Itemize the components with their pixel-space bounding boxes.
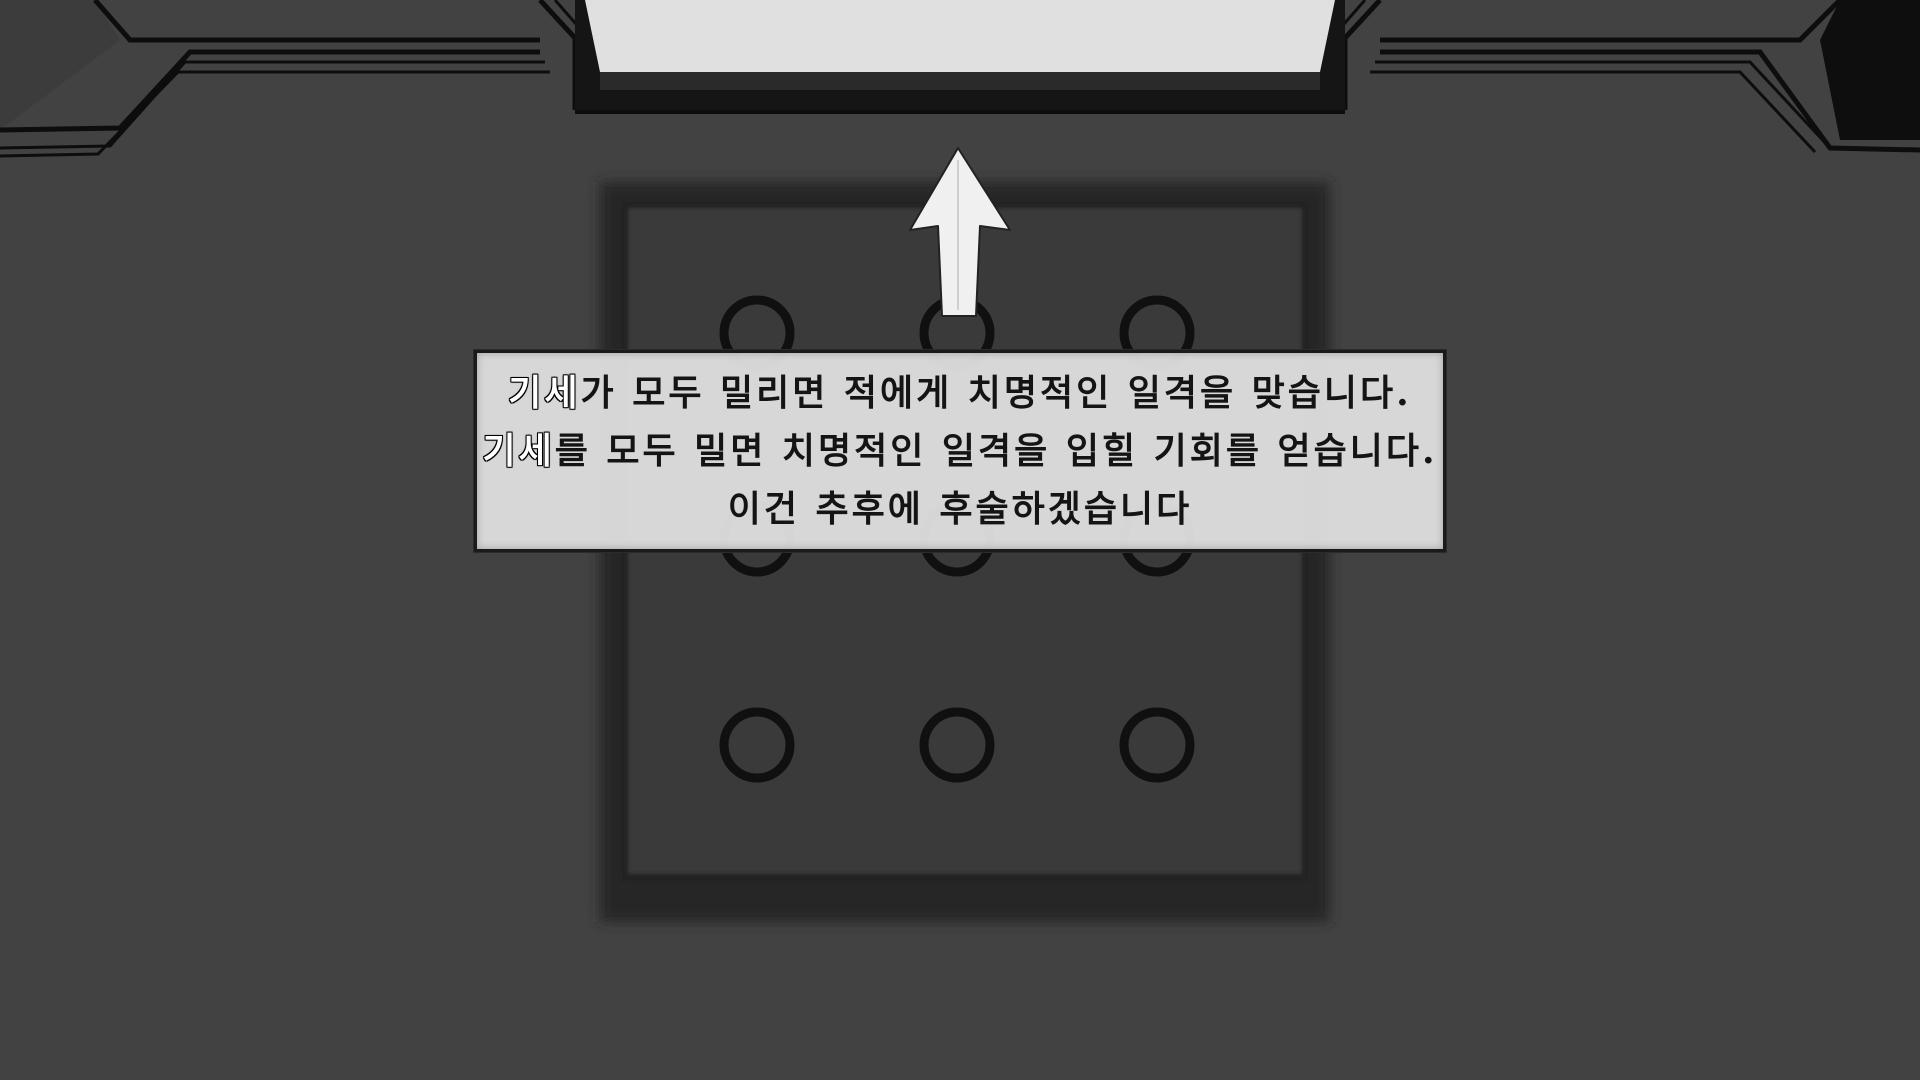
keyword-momentum: 기세 xyxy=(508,371,581,415)
doorway-light xyxy=(575,0,1345,114)
tutorial-dialog: 기세가 모두 밀리면 적에게 치명적인 일격을 맞습니다. 기세를 모두 밀면 … xyxy=(474,350,1446,552)
tutorial-line-2: 기세를 모두 밀면 치명적인 일격을 입힐 기회를 얻습니다. xyxy=(482,426,1437,476)
line-1-text: 가 모두 밀리면 적에게 치명적인 일격을 맞습니다. xyxy=(580,372,1412,414)
line-3-text: 이건 추후에 후술하겠습니다 xyxy=(727,488,1193,530)
tutorial-line-1: 기세가 모두 밀리면 적에게 치명적인 일격을 맞습니다. xyxy=(508,368,1411,418)
line-2-text: 를 모두 밀면 치명적인 일격을 입힐 기회를 얻습니다. xyxy=(554,430,1438,472)
tutorial-line-3: 이건 추후에 후술하겠습니다 xyxy=(728,484,1193,534)
keyword-momentum: 기세 xyxy=(482,429,555,473)
game-scene: 기세가 모두 밀리면 적에게 치명적인 일격을 맞습니다. 기세를 모두 밀면 … xyxy=(0,0,1920,1080)
